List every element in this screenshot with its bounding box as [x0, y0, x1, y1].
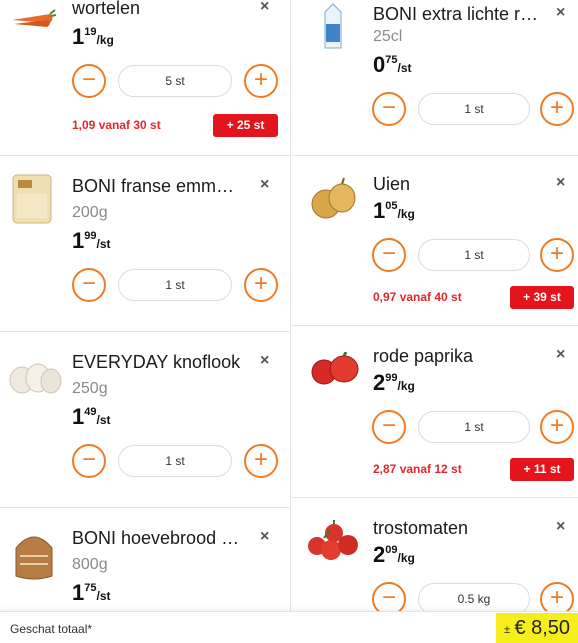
quantity-stepper: − 5 st + [72, 64, 280, 98]
quantity-stepper: − 1 st + [372, 92, 578, 126]
cart-item: wortelen × 119/kg − 5 st + 1,09 vanaf 30… [0, 0, 290, 156]
product-size: 200g [72, 204, 108, 221]
cart-item: Uien × 105/kg − 1 st + 0,97 vanaf 40 st … [292, 156, 578, 326]
remove-item-button[interactable]: × [556, 346, 565, 364]
product-price: 299/kg [373, 370, 415, 395]
product-name[interactable]: BONI extra lichte r… [373, 4, 543, 25]
onion-icon [310, 176, 358, 222]
cart-column-left: wortelen × 119/kg − 5 st + 1,09 vanaf 30… [0, 0, 291, 643]
product-name[interactable]: BONI hoevebrood … [72, 528, 248, 549]
decrease-quantity-button[interactable]: − [372, 410, 406, 444]
remove-item-button[interactable]: × [260, 528, 269, 546]
increase-quantity-button[interactable]: + [540, 410, 574, 444]
quantity-field[interactable]: 1 st [418, 93, 530, 125]
product-price: 209/kg [373, 542, 415, 567]
bread-icon [10, 526, 58, 582]
quantity-stepper: − 1 st + [372, 238, 578, 272]
remove-item-button[interactable]: × [556, 4, 565, 22]
volume-discount-text: 2,87 vanaf 12 st [373, 462, 462, 476]
estimated-total-label: Geschat totaal* [10, 622, 93, 636]
quantity-stepper: − 1 st + [72, 268, 280, 302]
cart-item: rode paprika × 299/kg − 1 st + 2,87 vana… [292, 326, 578, 498]
decrease-quantity-button[interactable]: − [72, 268, 106, 302]
increase-quantity-button[interactable]: + [244, 444, 278, 478]
product-price: 119/kg [72, 24, 114, 49]
cheese-pack-icon [12, 174, 52, 224]
cart-column-right: BONI extra lichte r… × 25cl 075/st − 1 s… [292, 0, 578, 643]
pepper-icon [310, 351, 360, 386]
product-price: 149/st [72, 404, 111, 429]
cart-total-bar: Geschat totaal* ± € 8,50 [0, 611, 578, 643]
product-name[interactable]: rode paprika [373, 346, 543, 367]
quantity-field[interactable]: 1 st [118, 445, 232, 477]
cart-item: BONI extra lichte r… × 25cl 075/st − 1 s… [292, 0, 578, 156]
product-price: 199/st [72, 228, 111, 253]
cart-item: BONI franse emm… × 200g 199/st − 1 st + [0, 156, 290, 332]
product-name[interactable]: EVERYDAY knoflook [72, 352, 252, 373]
total-amount: € 8,50 [514, 617, 571, 639]
quantity-stepper: − 1 st + [72, 444, 280, 478]
remove-item-button[interactable]: × [556, 518, 565, 536]
remove-item-button[interactable]: × [260, 176, 269, 194]
quantity-field[interactable]: 1 st [418, 239, 530, 271]
volume-discount-badge[interactable]: + 25 st [213, 114, 278, 137]
garlic-icon [8, 356, 62, 398]
product-price: 105/kg [373, 198, 415, 223]
cream-carton-icon [322, 2, 344, 50]
product-size: 800g [72, 556, 108, 573]
decrease-quantity-button[interactable]: − [72, 444, 106, 478]
carrot-icon [10, 6, 57, 32]
product-name[interactable]: Uien [373, 174, 543, 195]
product-price: 075/st [373, 52, 412, 77]
increase-quantity-button[interactable]: + [244, 268, 278, 302]
remove-item-button[interactable]: × [556, 174, 565, 192]
product-name[interactable]: trostomaten [373, 518, 543, 539]
cart-grid: wortelen × 119/kg − 5 st + 1,09 vanaf 30… [0, 0, 578, 643]
volume-discount-text: 1,09 vanaf 30 st [72, 118, 161, 132]
estimated-total-value: ± € 8,50 [496, 613, 578, 643]
volume-discount-badge[interactable]: + 39 st [510, 286, 574, 309]
quantity-field[interactable]: 5 st [118, 65, 232, 97]
decrease-quantity-button[interactable]: − [372, 238, 406, 272]
volume-discount-badge[interactable]: + 11 st [510, 458, 574, 481]
quantity-field[interactable]: 1 st [418, 411, 530, 443]
product-price: 175/st [72, 580, 111, 605]
increase-quantity-button[interactable]: + [540, 238, 574, 272]
remove-item-button[interactable]: × [260, 0, 269, 16]
decrease-quantity-button[interactable]: − [72, 64, 106, 98]
product-size: 25cl [373, 28, 403, 45]
cart-item: EVERYDAY knoflook × 250g 149/st − 1 st + [0, 332, 290, 508]
product-name[interactable]: BONI franse emm… [72, 176, 248, 197]
quantity-stepper: − 1 st + [372, 410, 578, 444]
volume-discount-text: 0,97 vanaf 40 st [373, 290, 462, 304]
tomato-icon [306, 520, 362, 562]
quantity-field[interactable]: 1 st [118, 269, 232, 301]
approx-sign: ± [503, 624, 510, 636]
product-size: 250g [72, 380, 108, 397]
increase-quantity-button[interactable]: + [244, 64, 278, 98]
product-name[interactable]: wortelen [72, 0, 242, 19]
remove-item-button[interactable]: × [260, 352, 269, 370]
decrease-quantity-button[interactable]: − [372, 92, 406, 126]
increase-quantity-button[interactable]: + [540, 92, 574, 126]
